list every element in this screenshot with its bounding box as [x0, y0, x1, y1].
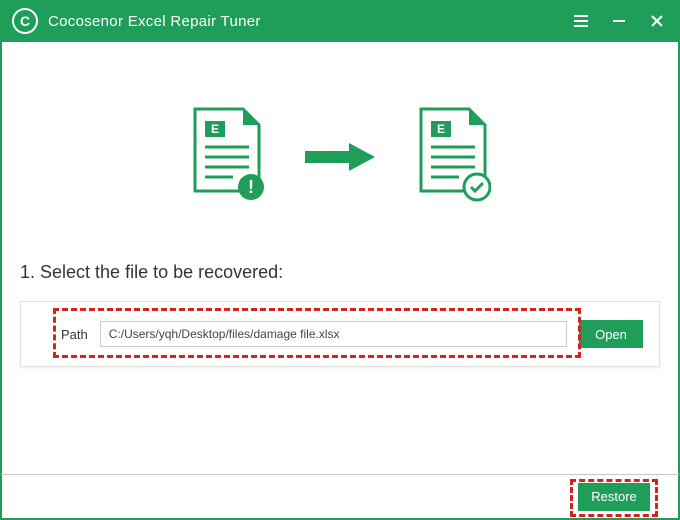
- step-heading: 1. Select the file to be recovered:: [20, 262, 660, 283]
- path-label: Path: [61, 327, 88, 342]
- footer-bar: Restore: [0, 474, 680, 520]
- restore-button[interactable]: Restore: [578, 483, 650, 511]
- arrow-icon: [305, 143, 375, 171]
- window-controls: [570, 10, 668, 32]
- svg-text:E: E: [211, 122, 219, 136]
- path-input[interactable]: [100, 321, 567, 347]
- svg-text:!: !: [248, 177, 254, 197]
- app-title: Cocosenor Excel Repair Tuner: [48, 13, 570, 30]
- path-card: Path Open: [20, 301, 660, 367]
- close-icon[interactable]: [646, 10, 668, 32]
- main-content: E ! E: [0, 42, 680, 474]
- titlebar: C Cocosenor Excel Repair Tuner: [0, 0, 680, 42]
- app-logo: C: [12, 8, 38, 34]
- menu-icon[interactable]: [570, 10, 592, 32]
- minimize-icon[interactable]: [608, 10, 630, 32]
- repaired-file-icon: E: [415, 107, 491, 208]
- open-button[interactable]: Open: [579, 320, 643, 348]
- illustration-row: E ! E: [20, 42, 660, 222]
- svg-text:E: E: [437, 122, 445, 136]
- damaged-file-icon: E !: [189, 107, 265, 208]
